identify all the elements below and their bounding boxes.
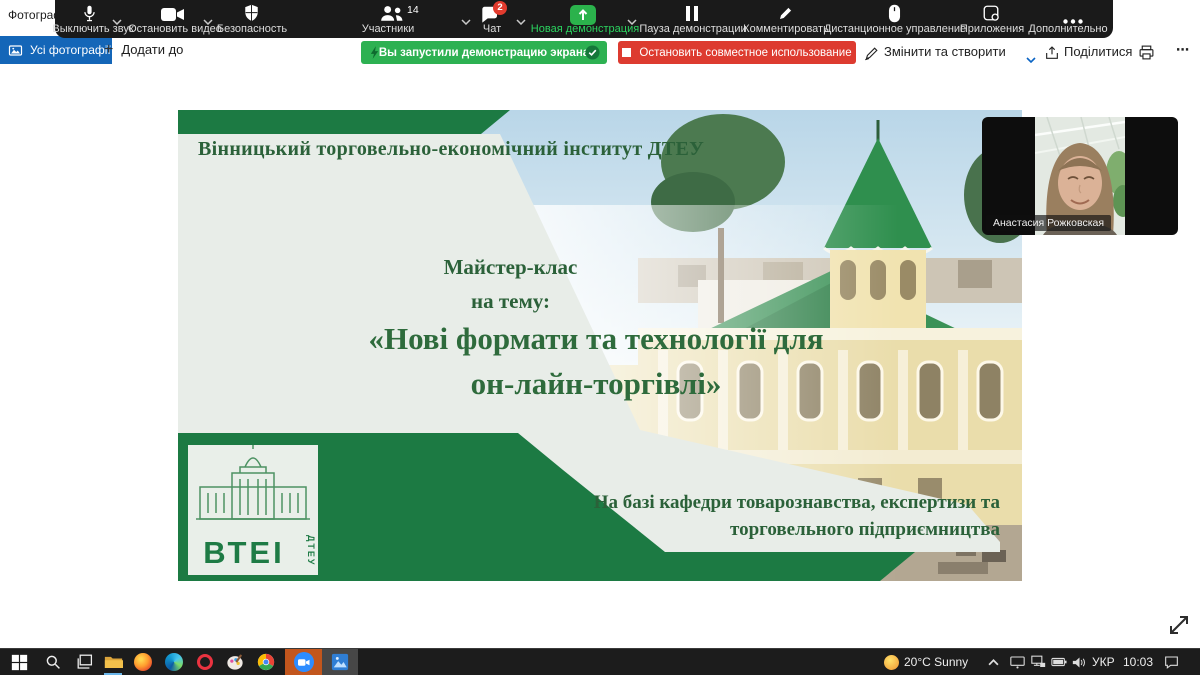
stop-share-label: Остановить совместное использование bbox=[639, 47, 851, 59]
stop-square-icon bbox=[622, 48, 631, 57]
participants-count: 14 bbox=[407, 4, 419, 16]
slide-main-title: «Нові формати та технології для он-лайн-… bbox=[296, 316, 896, 406]
share-button[interactable]: Поділитися bbox=[1064, 44, 1132, 59]
share-banner-message: Вы запустили демонстрацию экрана bbox=[379, 47, 589, 59]
edit-pen-icon bbox=[864, 46, 879, 64]
screen: Фотограф Усі фотографії + Додати до Змін… bbox=[0, 0, 1200, 675]
clock[interactable]: 10:03 bbox=[1123, 655, 1153, 669]
edit-create-button[interactable]: Змінити та створити bbox=[884, 44, 1006, 59]
new-share-button[interactable]: Новая демонстрация bbox=[531, 23, 639, 35]
task-view-button[interactable] bbox=[74, 652, 96, 672]
search-icon[interactable] bbox=[42, 652, 64, 672]
photos-app-icon[interactable] bbox=[322, 649, 358, 675]
slide-subtitle-line2: на тему: bbox=[333, 284, 688, 318]
slide-title-line2: он-лайн-торгівлі» bbox=[296, 361, 896, 406]
participants-button[interactable]: Участники bbox=[362, 23, 415, 35]
chat-badge: 2 bbox=[493, 1, 507, 15]
tab-all-photos-label: Усі фотографії bbox=[30, 43, 111, 57]
new-share-chevron-icon[interactable] bbox=[627, 12, 637, 18]
hidden-icons-chevron[interactable] bbox=[982, 652, 1004, 672]
slide-footer-line1: На базі кафедри товарознавства, експерти… bbox=[500, 489, 1000, 516]
more-options-button[interactable]: Дополнительно bbox=[1028, 23, 1107, 35]
slide-title-line1: «Нові формати та технології для bbox=[296, 316, 896, 361]
apps-button[interactable]: Приложения bbox=[960, 23, 1024, 35]
opera-icon[interactable] bbox=[194, 652, 216, 672]
file-explorer-icon[interactable] bbox=[102, 652, 124, 672]
slide-footer: На базі кафедри товарознавства, експерти… bbox=[500, 489, 1000, 543]
battery-icon[interactable] bbox=[1048, 652, 1070, 672]
slide-subtitle-line1: Майстер-клас bbox=[333, 250, 688, 284]
start-button[interactable] bbox=[8, 652, 30, 672]
windows-taskbar: 20°C Sunny УКР 10:03 bbox=[0, 648, 1200, 675]
edge-icon[interactable] bbox=[163, 652, 185, 672]
logo-text: ВТЕІ bbox=[188, 535, 300, 571]
new-share-icon[interactable] bbox=[570, 5, 596, 25]
bolt-icon bbox=[369, 45, 380, 63]
weather-status[interactable]: 20°C Sunny bbox=[904, 655, 968, 669]
action-center-icon[interactable] bbox=[1160, 652, 1182, 672]
video-chevron-icon[interactable] bbox=[203, 12, 213, 18]
plus-icon: + bbox=[104, 43, 113, 57]
chat-chevron-icon[interactable] bbox=[516, 12, 526, 18]
logo-vertical-text: ДТЕУ bbox=[306, 535, 316, 567]
slide-footer-line2: торговельного підприємництва bbox=[500, 516, 1000, 543]
firefox-icon[interactable] bbox=[132, 652, 154, 672]
pause-share-button[interactable]: Пауза демонстрации bbox=[639, 23, 746, 35]
volume-icon[interactable] bbox=[1068, 652, 1090, 672]
security-button[interactable]: Безопасность bbox=[217, 23, 287, 35]
share-banner: Вы запустили демонстрацию экрана bbox=[361, 41, 607, 64]
print-icon[interactable] bbox=[1138, 44, 1155, 66]
paint3d-icon[interactable] bbox=[224, 652, 246, 672]
chrome-icon[interactable] bbox=[255, 652, 277, 672]
language-indicator[interactable]: УКР bbox=[1092, 655, 1115, 669]
share-arrow-icon bbox=[1044, 45, 1060, 66]
presentation-slide: Вінницький торговельно-економічний інсти… bbox=[178, 110, 1022, 581]
tab-all-photos[interactable]: Усі фотографії bbox=[0, 36, 112, 64]
add-to-button[interactable]: + Додати до bbox=[104, 42, 183, 57]
zoom-toolbar: Выключить звук Остановить видео Безопасн… bbox=[55, 0, 1113, 38]
vtei-logo: ВТЕІ ДТЕУ bbox=[188, 445, 318, 575]
remote-control-button[interactable]: Дистанционное управление bbox=[824, 23, 966, 35]
participant-video-thumbnail[interactable]: Анастасия Рожковская bbox=[982, 117, 1178, 235]
stop-video-button[interactable]: Остановить видео bbox=[128, 23, 222, 35]
participants-chevron-icon[interactable] bbox=[461, 12, 471, 18]
mute-button[interactable]: Выключить звук bbox=[52, 23, 133, 35]
more-button[interactable]: ⋯ bbox=[1176, 42, 1189, 58]
chat-button[interactable]: Чат bbox=[483, 23, 501, 35]
check-circle-icon bbox=[585, 45, 600, 63]
photos-icon bbox=[8, 43, 23, 58]
mute-chevron-icon[interactable] bbox=[112, 12, 122, 18]
stop-share-button[interactable]: Остановить совместное использование bbox=[618, 41, 856, 64]
slide-institute-title: Вінницький торговельно-економічний інсти… bbox=[198, 138, 888, 161]
slide-subtitle: Майстер-клас на тему: bbox=[333, 250, 688, 318]
zoom-app-icon[interactable] bbox=[285, 649, 322, 675]
weather-sun-icon[interactable] bbox=[880, 652, 902, 672]
expand-arrow-icon[interactable] bbox=[1162, 608, 1196, 642]
network-icon[interactable] bbox=[1027, 652, 1049, 672]
chevron-down-icon bbox=[1026, 50, 1036, 68]
participant-name-label: Анастасия Рожковская bbox=[986, 215, 1111, 231]
cast-screen-icon[interactable] bbox=[1006, 652, 1028, 672]
add-to-label: Додати до bbox=[121, 42, 183, 57]
annotate-button[interactable]: Комментировать bbox=[743, 23, 829, 35]
vtei-building-art bbox=[188, 445, 318, 527]
